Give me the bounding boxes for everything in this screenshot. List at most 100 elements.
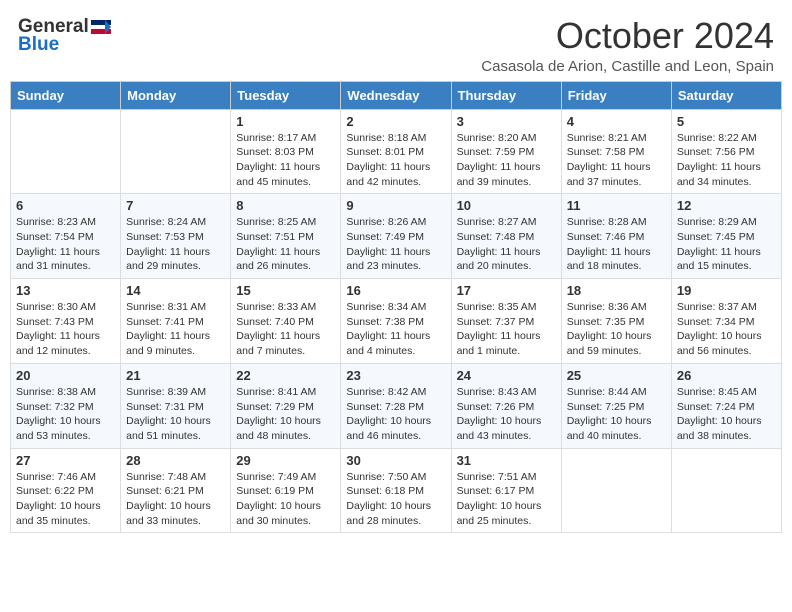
weekday-header-saturday: Saturday — [671, 81, 781, 109]
day-detail: Sunrise: 7:51 AM Sunset: 6:17 PM Dayligh… — [457, 470, 556, 529]
day-detail: Sunrise: 7:48 AM Sunset: 6:21 PM Dayligh… — [126, 470, 225, 529]
calendar-cell: 10 Sunrise: 8:27 AM Sunset: 7:48 PM Dayli… — [451, 194, 561, 279]
calendar-cell: 20Sunrise: 8:38 AM Sunset: 7:32 PM Dayli… — [11, 363, 121, 448]
calendar-cell: 6Sunrise: 8:23 AM Sunset: 7:54 PM Daylig… — [11, 194, 121, 279]
calendar-cell: 15 Sunrise: 8:33 AM Sunset: 7:40 PM Dayli… — [231, 279, 341, 364]
calendar-cell: 29 Sunrise: 7:49 AM Sunset: 6:19 PM Dayli… — [231, 448, 341, 533]
day-number: 22 — [236, 368, 335, 383]
calendar-cell: 12 Sunrise: 8:29 AM Sunset: 7:45 PM Dayli… — [671, 194, 781, 279]
calendar-cell: 7Sunrise: 8:24 AM Sunset: 7:53 PM Daylig… — [121, 194, 231, 279]
day-detail: Sunrise: 8:30 AM Sunset: 7:43 PM Dayligh… — [16, 300, 115, 359]
calendar-cell: 9 Sunrise: 8:26 AM Sunset: 7:49 PM Daylig… — [341, 194, 451, 279]
day-detail: Sunrise: 8:29 AM Sunset: 7:45 PM Dayligh… — [677, 215, 776, 274]
calendar-cell: 24 Sunrise: 8:43 AM Sunset: 7:26 PM Dayli… — [451, 363, 561, 448]
day-number: 19 — [677, 283, 776, 298]
logo-flag-icon — [91, 20, 111, 34]
day-detail: Sunrise: 8:22 AM Sunset: 7:56 PM Dayligh… — [677, 131, 776, 190]
calendar-cell — [121, 109, 231, 194]
day-number: 31 — [457, 453, 556, 468]
calendar-week-row: 13 Sunrise: 8:30 AM Sunset: 7:43 PM Dayli… — [11, 279, 782, 364]
day-number: 24 — [457, 368, 556, 383]
day-number: 16 — [346, 283, 445, 298]
day-detail: Sunrise: 8:44 AM Sunset: 7:25 PM Dayligh… — [567, 385, 666, 444]
day-number: 1 — [236, 114, 335, 129]
weekday-header-friday: Friday — [561, 81, 671, 109]
day-number: 26 — [677, 368, 776, 383]
day-detail: Sunrise: 8:25 AM Sunset: 7:51 PM Dayligh… — [236, 215, 335, 274]
day-number: 5 — [677, 114, 776, 129]
day-number: 23 — [346, 368, 445, 383]
day-number: 25 — [567, 368, 666, 383]
day-detail: Sunrise: 8:33 AM Sunset: 7:40 PM Dayligh… — [236, 300, 335, 359]
day-number: 11 — [567, 198, 666, 213]
day-number: 10 — [457, 198, 556, 213]
day-number: 29 — [236, 453, 335, 468]
day-detail: Sunrise: 8:45 AM Sunset: 7:24 PM Dayligh… — [677, 385, 776, 444]
day-detail: Sunrise: 8:21 AM Sunset: 7:58 PM Dayligh… — [567, 131, 666, 190]
calendar-cell: 28 Sunrise: 7:48 AM Sunset: 6:21 PM Dayli… — [121, 448, 231, 533]
calendar-cell: 17Sunrise: 8:35 AM Sunset: 7:37 PM Dayli… — [451, 279, 561, 364]
day-number: 21 — [126, 368, 225, 383]
calendar-cell: 2 Sunrise: 8:18 AM Sunset: 8:01 PM Daylig… — [341, 109, 451, 194]
calendar-cell: 18 Sunrise: 8:36 AM Sunset: 7:35 PM Dayli… — [561, 279, 671, 364]
weekday-header-thursday: Thursday — [451, 81, 561, 109]
day-detail: Sunrise: 8:28 AM Sunset: 7:46 PM Dayligh… — [567, 215, 666, 274]
day-number: 18 — [567, 283, 666, 298]
calendar-cell: 14Sunrise: 8:31 AM Sunset: 7:41 PM Dayli… — [121, 279, 231, 364]
calendar-week-row: 27 Sunrise: 7:46 AM Sunset: 6:22 PM Dayli… — [11, 448, 782, 533]
calendar-week-row: 20Sunrise: 8:38 AM Sunset: 7:32 PM Dayli… — [11, 363, 782, 448]
day-detail: Sunrise: 8:43 AM Sunset: 7:26 PM Dayligh… — [457, 385, 556, 444]
day-detail: Sunrise: 7:49 AM Sunset: 6:19 PM Dayligh… — [236, 470, 335, 529]
calendar-cell — [671, 448, 781, 533]
day-detail: Sunrise: 8:27 AM Sunset: 7:48 PM Dayligh… — [457, 215, 556, 274]
calendar-header-row: SundayMondayTuesdayWednesdayThursdayFrid… — [11, 81, 782, 109]
day-number: 6 — [16, 198, 115, 213]
weekday-header-sunday: Sunday — [11, 81, 121, 109]
day-detail: Sunrise: 8:34 AM Sunset: 7:38 PM Dayligh… — [346, 300, 445, 359]
calendar-cell: 30Sunrise: 7:50 AM Sunset: 6:18 PM Dayli… — [341, 448, 451, 533]
day-number: 17 — [457, 283, 556, 298]
location-title: Casasola de Arion, Castille and Leon, Sp… — [481, 58, 774, 75]
day-detail: Sunrise: 8:38 AM Sunset: 7:32 PM Dayligh… — [16, 385, 115, 444]
day-number: 27 — [16, 453, 115, 468]
calendar-cell: 13 Sunrise: 8:30 AM Sunset: 7:43 PM Dayli… — [11, 279, 121, 364]
day-number: 14 — [126, 283, 225, 298]
day-detail: Sunrise: 8:17 AM Sunset: 8:03 PM Dayligh… — [236, 131, 335, 190]
page-header: General Blue October 2024 Casasola de Ar… — [10, 10, 782, 75]
day-detail: Sunrise: 8:18 AM Sunset: 8:01 PM Dayligh… — [346, 131, 445, 190]
day-number: 30 — [346, 453, 445, 468]
calendar-week-row: 1 Sunrise: 8:17 AM Sunset: 8:03 PM Daylig… — [11, 109, 782, 194]
calendar-cell: 1 Sunrise: 8:17 AM Sunset: 8:03 PM Daylig… — [231, 109, 341, 194]
calendar-cell: 8 Sunrise: 8:25 AM Sunset: 7:51 PM Daylig… — [231, 194, 341, 279]
calendar-cell — [11, 109, 121, 194]
calendar-week-row: 6Sunrise: 8:23 AM Sunset: 7:54 PM Daylig… — [11, 194, 782, 279]
calendar-cell: 25 Sunrise: 8:44 AM Sunset: 7:25 PM Dayli… — [561, 363, 671, 448]
day-number: 28 — [126, 453, 225, 468]
day-detail: Sunrise: 8:39 AM Sunset: 7:31 PM Dayligh… — [126, 385, 225, 444]
day-number: 12 — [677, 198, 776, 213]
day-number: 3 — [457, 114, 556, 129]
day-detail: Sunrise: 8:26 AM Sunset: 7:49 PM Dayligh… — [346, 215, 445, 274]
day-number: 2 — [346, 114, 445, 129]
day-number: 8 — [236, 198, 335, 213]
weekday-header-wednesday: Wednesday — [341, 81, 451, 109]
calendar-cell: 5 Sunrise: 8:22 AM Sunset: 7:56 PM Daylig… — [671, 109, 781, 194]
calendar-cell: 23 Sunrise: 8:42 AM Sunset: 7:28 PM Dayli… — [341, 363, 451, 448]
calendar-cell: 26 Sunrise: 8:45 AM Sunset: 7:24 PM Dayli… — [671, 363, 781, 448]
calendar-table: SundayMondayTuesdayWednesdayThursdayFrid… — [10, 81, 782, 534]
day-number: 7 — [126, 198, 225, 213]
day-detail: Sunrise: 8:37 AM Sunset: 7:34 PM Dayligh… — [677, 300, 776, 359]
day-detail: Sunrise: 7:46 AM Sunset: 6:22 PM Dayligh… — [16, 470, 115, 529]
day-number: 15 — [236, 283, 335, 298]
calendar-cell: 16 Sunrise: 8:34 AM Sunset: 7:38 PM Dayli… — [341, 279, 451, 364]
day-number: 13 — [16, 283, 115, 298]
month-title: October 2024 — [481, 16, 774, 56]
calendar-cell: 31 Sunrise: 7:51 AM Sunset: 6:17 PM Dayli… — [451, 448, 561, 533]
calendar-cell: 19 Sunrise: 8:37 AM Sunset: 7:34 PM Dayli… — [671, 279, 781, 364]
calendar-cell — [561, 448, 671, 533]
day-detail: Sunrise: 8:20 AM Sunset: 7:59 PM Dayligh… — [457, 131, 556, 190]
logo: General Blue — [18, 16, 111, 56]
day-number: 9 — [346, 198, 445, 213]
day-detail: Sunrise: 8:42 AM Sunset: 7:28 PM Dayligh… — [346, 385, 445, 444]
day-detail: Sunrise: 8:36 AM Sunset: 7:35 PM Dayligh… — [567, 300, 666, 359]
